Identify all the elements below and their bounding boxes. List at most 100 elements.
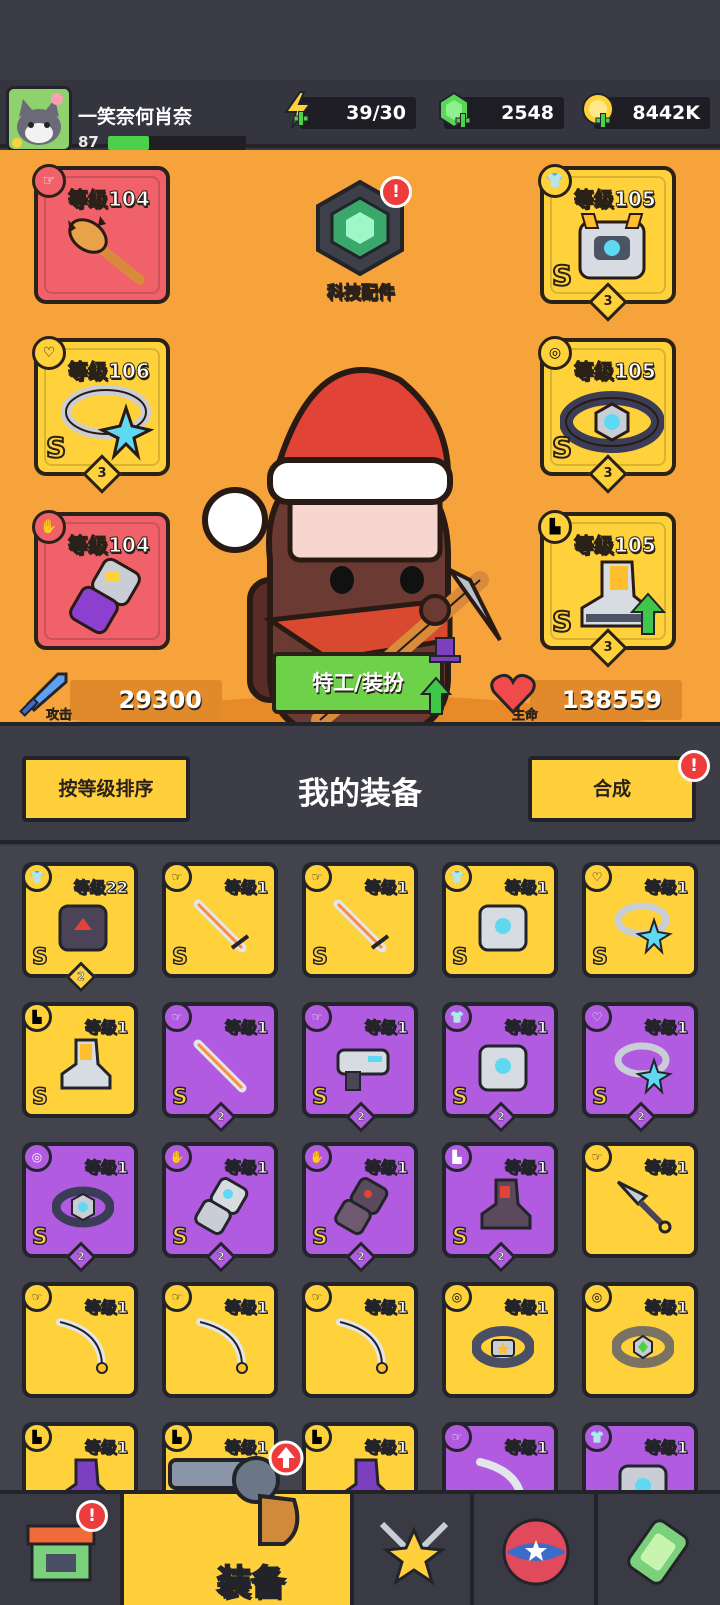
kunai-icon xyxy=(616,1180,672,1234)
crossed-swords-star-icon xyxy=(379,1521,449,1586)
mech-armor-icon xyxy=(478,904,528,952)
equip-slot-gloves[interactable]: ✋ 等级104 xyxy=(32,510,170,650)
weapon-type-icon: ☞ xyxy=(302,862,332,892)
scimitar-icon xyxy=(336,1318,388,1374)
boot-type-icon: ▙ xyxy=(442,1142,472,1172)
item-level: 等级1 xyxy=(364,1298,408,1318)
energy-bolt-icon[interactable] xyxy=(278,90,318,130)
glove-type-icon: ✋ xyxy=(32,510,66,544)
spiked-club-icon xyxy=(68,216,145,285)
item-level: 等级1 xyxy=(504,1438,548,1458)
star-necklace-icon xyxy=(61,385,155,461)
inventory-item[interactable]: ▙ 等级1 S 2 xyxy=(442,1142,558,1273)
inventory-item[interactable]: ✋ 等级1 S 2 xyxy=(302,1142,418,1273)
inventory-item[interactable]: ☞ 等级1 S 2 xyxy=(302,1002,418,1133)
inventory-item[interactable]: ◎ 等级1 xyxy=(582,1282,698,1398)
scimitar-icon xyxy=(56,1318,108,1374)
inventory-item[interactable]: ▙ 等级1 xyxy=(302,1422,418,1490)
weapon-type-icon: ☞ xyxy=(22,1282,52,1312)
grade-label: S xyxy=(591,1084,608,1111)
grade-label: S xyxy=(451,1084,468,1111)
hp-label: 生命 xyxy=(512,708,539,724)
inventory-item[interactable]: ♡ 等级1 S xyxy=(582,862,698,978)
star-belt-icon xyxy=(472,1326,534,1368)
grade-label: S xyxy=(171,1084,188,1111)
status-bar xyxy=(0,0,720,80)
glove-type-icon: ✋ xyxy=(302,1142,332,1172)
item-level: 等级1 xyxy=(504,1158,548,1178)
star-necklace-icon xyxy=(614,1042,673,1095)
inventory-item[interactable]: ▙ 等级1 xyxy=(22,1422,138,1490)
inventory-item[interactable]: ☞ 等级1 S xyxy=(162,862,278,978)
inventory-item[interactable]: ☞ 等级1 S xyxy=(302,862,418,978)
item-level: 等级1 xyxy=(644,1298,688,1318)
nav-equipment-label: 装备 xyxy=(216,1562,286,1604)
inventory-item[interactable]: ▙ 等级1 S xyxy=(22,1002,138,1118)
inventory-item[interactable]: 👕 等级1 S 2 xyxy=(442,1002,558,1133)
nav-planets[interactable] xyxy=(474,1494,598,1605)
xp-bar xyxy=(108,136,246,150)
star-badge: 2 xyxy=(205,1241,237,1273)
item-level: 等级1 xyxy=(644,1438,688,1458)
upgrade-arrow-icon xyxy=(630,592,666,635)
inventory-title: 我的装备 xyxy=(298,776,422,812)
inventory-item[interactable]: 👕 等级1 S xyxy=(442,862,558,978)
tech-alert-badge: ! xyxy=(380,176,412,208)
weapon-type-icon: ☞ xyxy=(32,164,66,198)
equip-slot-necklace[interactable]: ♡ 等级106 S 3 xyxy=(32,336,170,494)
belt-type-icon: ◎ xyxy=(22,1142,52,1172)
item-level: 等级1 xyxy=(504,1298,548,1318)
mech-boot-icon xyxy=(60,1038,112,1090)
gem-icon[interactable] xyxy=(434,90,474,130)
merge-button[interactable]: 合成 xyxy=(528,756,696,822)
armor-type-icon: 👕 xyxy=(22,862,52,892)
katana-icon xyxy=(193,1039,247,1093)
boot-type-icon: ▙ xyxy=(22,1422,52,1452)
grade-label: S xyxy=(45,430,67,465)
inventory-item[interactable]: ✋ 等级1 S 2 xyxy=(162,1142,278,1273)
inventory-item[interactable]: ☞ 等级1 xyxy=(442,1422,558,1490)
item-level: 等级1 xyxy=(224,1298,268,1318)
mech-armor-icon xyxy=(578,213,646,280)
inventory-item[interactable]: ☞ 等级1 xyxy=(22,1282,138,1398)
inventory-item[interactable]: 👕 等级1 xyxy=(582,1422,698,1490)
gene-capsule-icon xyxy=(627,1519,689,1585)
top-hat-icon xyxy=(429,637,461,663)
inventory-grid: 👕 等级22 S 2 ☞ 等级1 S ☞ 等级1 S 👕 等级1 S ♡ 等级1 xyxy=(0,846,720,1490)
belt-type-icon: ◎ xyxy=(538,336,572,370)
inventory-item[interactable]: ☞ 等级1 xyxy=(302,1282,418,1398)
coin-icon[interactable] xyxy=(578,90,618,130)
inventory-item[interactable]: ☞ 等级1 xyxy=(582,1142,698,1258)
nav-talents[interactable] xyxy=(354,1494,474,1605)
star-badge: 2 xyxy=(345,1241,377,1273)
item-level: 等级22 xyxy=(73,878,128,898)
purple-boot-icon xyxy=(345,1458,387,1490)
inventory-item[interactable]: ♡ 等级1 S 2 xyxy=(582,1002,698,1133)
equip-slot-boots[interactable]: ▙ 等级105 S 3 xyxy=(538,510,676,668)
player-avatar[interactable] xyxy=(6,86,72,152)
merge-alert-badge: ! xyxy=(678,750,710,782)
nav-gene[interactable] xyxy=(598,1494,720,1605)
inventory-item[interactable]: ☞ 等级1 xyxy=(162,1282,278,1398)
grade-label: S xyxy=(31,1224,48,1251)
necklace-type-icon: ♡ xyxy=(32,336,66,370)
equip-slot-belt[interactable]: ◎ 等级105 S 3 xyxy=(538,336,676,494)
agent-outfit-button[interactable]: 特工/装扮 xyxy=(272,652,444,714)
sort-by-level-button[interactable]: 按等级排序 xyxy=(22,756,190,822)
grade-label: S xyxy=(31,944,48,971)
item-level: 等级1 xyxy=(364,1158,408,1178)
inventory-item[interactable]: 👕 等级22 S 2 xyxy=(22,862,138,993)
inventory-item[interactable]: ◎ 等级1 xyxy=(442,1282,558,1398)
equip-slot-armor[interactable]: 👕 等级105 S 3 xyxy=(538,164,676,322)
grade-label: S xyxy=(451,1224,468,1251)
inventory-item[interactable]: ◎ 等级1 S 2 xyxy=(22,1142,138,1273)
grade-label: S xyxy=(311,1224,328,1251)
purple-boot-icon xyxy=(65,1458,107,1490)
equip-slot-weapon[interactable]: ☞ 等级104 xyxy=(32,164,170,304)
inventory-item[interactable]: ☞ 等级1 S 2 xyxy=(162,1002,278,1133)
dark-boot-icon xyxy=(480,1178,532,1230)
grade-label: S xyxy=(31,1084,48,1111)
item-level: 等级1 xyxy=(364,878,408,898)
gauntlet-icon xyxy=(194,1177,249,1236)
item-level: 等级1 xyxy=(84,1438,128,1458)
